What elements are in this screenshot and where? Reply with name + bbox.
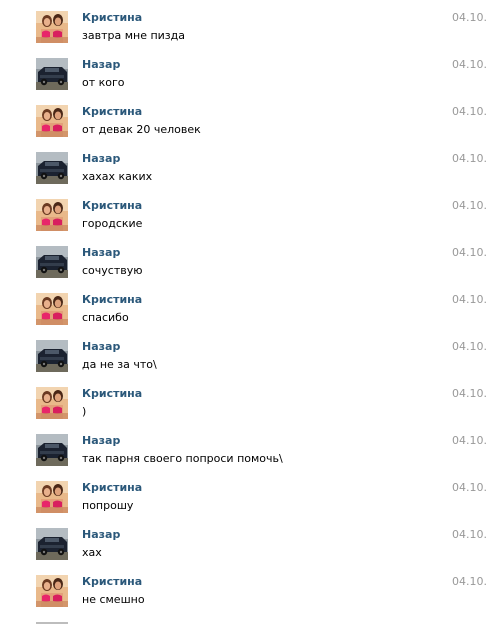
message-row: Кристина спасибо 04.10.1 xyxy=(0,282,487,329)
message-row: Назар хахах каких 04.10.1 xyxy=(0,141,487,188)
message-author-link[interactable]: Кристина xyxy=(82,11,142,25)
message-row: Кристина не смешно 04.10.1 xyxy=(0,564,487,611)
message-date: 04.10.1 xyxy=(452,11,487,24)
nazar-avatar-icon[interactable] xyxy=(36,434,68,466)
message-row: Назар так парня своего попроси помочь\ 04.… xyxy=(0,423,487,470)
message-text: спасибо xyxy=(82,311,129,324)
message-author-link[interactable]: Кристина xyxy=(82,105,142,119)
message-author-link[interactable]: Назар xyxy=(82,528,120,542)
message-author-link[interactable]: Кристина xyxy=(82,293,142,307)
message-row: Назар сочуствую 04.10.1 xyxy=(0,235,487,282)
message-history: Кристина завтра мне пизда 04.10.1 Назар от … xyxy=(0,0,487,624)
message-text: хахах каких xyxy=(82,170,153,183)
message-date: 04.10.1 xyxy=(452,246,487,259)
message-date: 04.10.1 xyxy=(452,528,487,541)
message-date: 04.10.1 xyxy=(452,340,487,353)
kristina-avatar-icon[interactable] xyxy=(36,293,68,325)
message-date: 04.10.1 xyxy=(452,293,487,306)
nazar-avatar-icon[interactable] xyxy=(36,58,68,90)
kristina-avatar-icon[interactable] xyxy=(36,199,68,231)
message-date: 04.10.1 xyxy=(452,481,487,494)
message-row: Назар да не за что\ 04.10.1 xyxy=(0,329,487,376)
nazar-avatar-icon[interactable] xyxy=(36,152,68,184)
kristina-avatar-icon[interactable] xyxy=(36,387,68,419)
kristina-avatar-icon[interactable] xyxy=(36,105,68,137)
message-author-link[interactable]: Кристина xyxy=(82,199,142,213)
message-text: городские xyxy=(82,217,143,230)
message-author-link[interactable]: Кристина xyxy=(82,575,142,589)
message-author-link[interactable]: Назар xyxy=(82,246,120,260)
kristina-avatar-icon[interactable] xyxy=(36,481,68,513)
message-row: Кристина от девак 20 человек 04.10.1 xyxy=(0,94,487,141)
message-author-link[interactable]: Кристина xyxy=(82,387,142,401)
message-date: 04.10.1 xyxy=(452,434,487,447)
kristina-avatar-icon[interactable] xyxy=(36,575,68,607)
message-text: не смешно xyxy=(82,593,145,606)
message-row: Кристина завтра мне пизда 04.10.1 xyxy=(0,0,487,47)
message-row: Кристина попрошу 04.10.1 xyxy=(0,470,487,517)
message-author-link[interactable]: Назар xyxy=(82,434,120,448)
message-text: так парня своего попроси помочь\ xyxy=(82,452,283,465)
message-row: Назар хах 04.10.1 xyxy=(0,517,487,564)
kristina-avatar-icon[interactable] xyxy=(36,11,68,43)
message-row: Кристина городские 04.10.1 xyxy=(0,188,487,235)
message-row: Назар от кого 04.10.1 xyxy=(0,47,487,94)
message-author-link[interactable]: Кристина xyxy=(82,481,142,495)
message-text: сочуствую xyxy=(82,264,143,277)
message-text: хах xyxy=(82,546,102,559)
message-text: от девак 20 человек xyxy=(82,123,201,136)
message-text: ) xyxy=(82,405,87,418)
message-text: да не за что\ xyxy=(82,358,157,371)
message-author-link[interactable]: Назар xyxy=(82,58,120,72)
message-date: 04.10.1 xyxy=(452,152,487,165)
message-text: завтра мне пизда xyxy=(82,29,185,42)
message-text: попрошу xyxy=(82,499,134,512)
nazar-avatar-icon[interactable] xyxy=(36,246,68,278)
message-date: 04.10.1 xyxy=(452,105,487,118)
message-row: Кристина) 04.10.1 xyxy=(0,376,487,423)
nazar-avatar-icon[interactable] xyxy=(36,340,68,372)
message-date: 04.10.1 xyxy=(452,575,487,588)
message-date: 04.10.1 xyxy=(452,387,487,400)
nazar-avatar-icon[interactable] xyxy=(36,528,68,560)
message-author-link[interactable]: Назар xyxy=(82,340,120,354)
message-text: от кого xyxy=(82,76,125,89)
message-date: 04.10.1 xyxy=(452,199,487,212)
message-author-link[interactable]: Назар xyxy=(82,152,120,166)
message-date: 04.10.1 xyxy=(452,58,487,71)
